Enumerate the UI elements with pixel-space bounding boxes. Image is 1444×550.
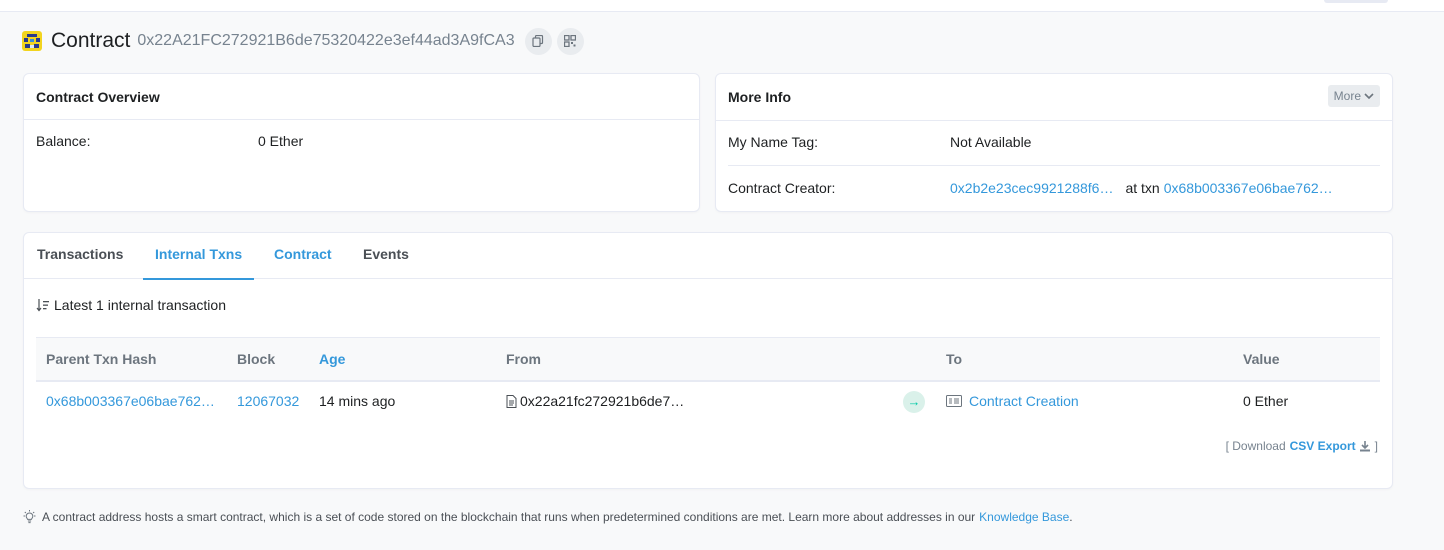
tab-contract[interactable]: Contract <box>274 233 332 278</box>
value-cell: 0 Ether <box>1243 393 1289 409</box>
from-address[interactable]: 0x22a21fc272921b6de7… <box>520 380 684 422</box>
footer-note: A contract address hosts a smart contrac… <box>22 510 1073 524</box>
summary-text: Latest 1 internal transaction <box>54 297 226 313</box>
navbar-edge <box>1324 0 1388 3</box>
top-navbar <box>0 0 1444 12</box>
contract-creation-icon <box>946 395 962 407</box>
contract-creation-link[interactable]: Contract Creation <box>969 380 1079 422</box>
export-suffix: ] <box>1374 439 1378 453</box>
name-tag-value: Not Available <box>950 134 1032 150</box>
tab-internal-txns[interactable]: Internal Txns <box>143 233 255 280</box>
from-cell: 0x22a21fc272921b6de7… <box>506 380 684 422</box>
more-info-header: More Info More <box>716 74 1392 121</box>
to-cell: Contract Creation <box>946 380 1079 422</box>
copy-address-button[interactable] <box>524 27 552 55</box>
tab-bar: Transactions Internal Txns Contract Even… <box>24 233 1392 280</box>
name-tag-label: My Name Tag: <box>728 134 818 150</box>
download-icon <box>1359 441 1370 452</box>
csv-export: [ Download CSV Export ] <box>1226 439 1378 453</box>
file-icon <box>506 394 517 408</box>
creator-txn-link[interactable]: 0x68b003367e06bae762… <box>1164 180 1333 196</box>
csv-export-label: CSV Export <box>1289 439 1356 453</box>
contract-overview-title: Contract Overview <box>24 74 699 120</box>
chevron-down-icon <box>1364 93 1374 100</box>
col-to: To <box>946 351 963 367</box>
col-age[interactable]: Age <box>319 338 345 380</box>
footer-text: A contract address hosts a smart contrac… <box>42 510 976 524</box>
balance-value: 0 Ether <box>258 133 304 149</box>
tab-transactions[interactable]: Transactions <box>37 233 123 278</box>
col-block: Block <box>237 351 276 367</box>
row-divider <box>728 165 1380 166</box>
csv-export-link[interactable]: CSV Export <box>1290 439 1371 453</box>
more-info-title: More Info <box>728 89 791 105</box>
creator-label: Contract Creator: <box>728 180 836 196</box>
transactions-card: Transactions Internal Txns Contract Even… <box>23 232 1393 489</box>
tab-events[interactable]: Events <box>363 233 409 278</box>
arrow-right-icon: → <box>903 391 925 413</box>
more-info-card: More Info More My Name Tag: Not Availabl… <box>715 73 1393 212</box>
col-value: Value <box>1243 351 1280 367</box>
table-header: Parent Txn Hash Block Age From To Value <box>36 337 1380 382</box>
more-button-label: More <box>1333 89 1361 103</box>
col-from: From <box>506 351 541 367</box>
qr-code-button[interactable] <box>556 27 584 55</box>
name-tag-row: My Name Tag: Not Available <box>728 134 1380 150</box>
balance-row: Balance: 0 Ether <box>36 133 687 149</box>
balance-label: Balance: <box>36 133 91 149</box>
creator-address-link[interactable]: 0x2b2e23cec9921288f6… <box>950 180 1113 196</box>
identicon-avatar <box>22 31 42 51</box>
age-value: 14 mins ago <box>319 393 396 409</box>
contract-address: 0x22A21FC272921B6de75320422e3ef44ad3A9fC… <box>137 32 515 49</box>
col-parent-txn-hash: Parent Txn Hash <box>46 351 157 367</box>
qr-code-icon <box>564 35 577 47</box>
page-header: Contract 0x22A21FC272921B6de75320422e3ef… <box>22 27 589 55</box>
page-title: Contract <box>51 29 131 52</box>
more-dropdown-button[interactable]: More <box>1327 85 1380 107</box>
table-row: 0x68b003367e06bae762… 12067032 14 mins a… <box>36 380 1380 422</box>
contract-overview-card: Contract Overview Balance: 0 Ether <box>23 73 700 212</box>
creator-row: Contract Creator: 0x2b2e23cec9921288f6… … <box>728 180 1380 196</box>
footer-end: . <box>1069 510 1073 524</box>
parent-txn-hash-link[interactable]: 0x68b003367e06bae762… <box>46 380 215 422</box>
at-txn-text: at txn <box>1125 180 1160 196</box>
summary-line: Latest 1 internal transaction <box>36 297 226 313</box>
sort-icon <box>36 299 49 312</box>
knowledge-base-link[interactable]: Knowledge Base <box>979 510 1069 524</box>
block-link[interactable]: 12067032 <box>237 380 299 422</box>
export-prefix: [ Download <box>1225 439 1286 453</box>
copy-icon <box>532 35 544 47</box>
lightbulb-icon <box>23 510 36 524</box>
